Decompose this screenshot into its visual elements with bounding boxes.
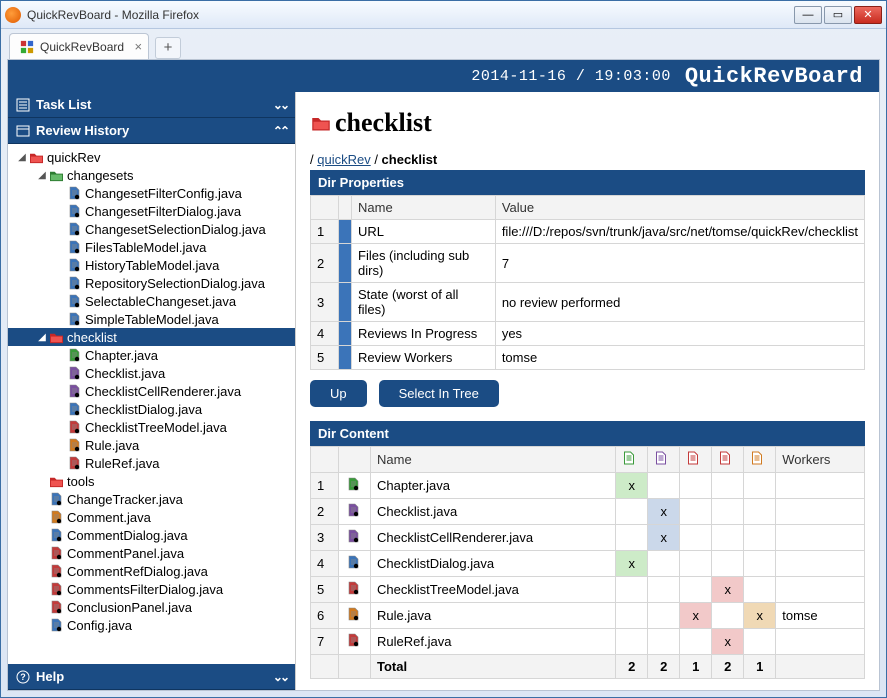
dir-properties-heading: Dir Properties bbox=[310, 170, 865, 195]
tree-file[interactable]: CommentPanel.java bbox=[8, 544, 295, 562]
props-row: 1URLfile:///D:/repos/svn/trunk/java/src/… bbox=[311, 220, 865, 244]
tree-file[interactable]: ChangeTracker.java bbox=[8, 490, 295, 508]
dir-total-row: Total22121 bbox=[311, 655, 865, 679]
props-row: 3State (worst of all files)no review per… bbox=[311, 283, 865, 322]
tree-file[interactable]: CommentRefDialog.java bbox=[8, 562, 295, 580]
header-datetime: 2014-11-16 / 19:03:00 bbox=[471, 68, 671, 85]
tree-file[interactable]: RepositorySelectionDialog.java bbox=[8, 274, 295, 292]
status-column-icon bbox=[744, 447, 776, 473]
breadcrumb: / quickRev / checklist bbox=[310, 152, 865, 167]
app-header: 2014-11-16 / 19:03:00 QuickRevBoard bbox=[8, 60, 879, 92]
main-pane: checklist / quickRev / checklist Dir Pro… bbox=[296, 92, 879, 690]
tree-file[interactable]: Rule.java bbox=[8, 436, 295, 454]
chevron-up-icon: ⌃⌃ bbox=[273, 124, 287, 138]
window-titlebar: QuickRevBoard - Mozilla Firefox — ▭ ✕ bbox=[1, 1, 886, 29]
up-button[interactable]: Up bbox=[310, 380, 367, 407]
breadcrumb-current: checklist bbox=[382, 152, 438, 167]
new-tab-button[interactable]: + bbox=[155, 37, 181, 59]
status-column-icon bbox=[648, 447, 680, 473]
app-title: QuickRevBoard bbox=[685, 64, 863, 89]
svg-text:?: ? bbox=[20, 672, 26, 682]
tab-label: QuickRevBoard bbox=[40, 40, 124, 54]
tab-favicon bbox=[20, 40, 34, 54]
tree-file[interactable]: ChangesetSelectionDialog.java bbox=[8, 220, 295, 238]
minimize-button[interactable]: — bbox=[794, 6, 822, 24]
dir-row[interactable]: 3ChecklistCellRenderer.javax bbox=[311, 525, 865, 551]
tree-file[interactable]: SelectableChangeset.java bbox=[8, 292, 295, 310]
dir-properties-table: Name Value 1URLfile:///D:/repos/svn/trun… bbox=[310, 195, 865, 370]
chevron-down-icon: ⌄⌄ bbox=[273, 670, 287, 684]
tree-file[interactable]: Chapter.java bbox=[8, 346, 295, 364]
dir-row[interactable]: 6Rule.javaxxtomse bbox=[311, 603, 865, 629]
accordion-help[interactable]: ? Help ⌄⌄ bbox=[8, 664, 295, 690]
tree-file[interactable]: SimpleTableModel.java bbox=[8, 310, 295, 328]
folder-icon bbox=[310, 113, 332, 133]
maximize-button[interactable]: ▭ bbox=[824, 6, 852, 24]
browser-tab[interactable]: QuickRevBoard × bbox=[9, 33, 149, 59]
close-button[interactable]: ✕ bbox=[854, 6, 882, 24]
tree-file[interactable]: FilesTableModel.java bbox=[8, 238, 295, 256]
select-in-tree-button[interactable]: Select In Tree bbox=[379, 380, 499, 407]
accordion-task-list[interactable]: Task List ⌄⌄ bbox=[8, 92, 295, 118]
tree-folder-root[interactable]: ◢quickRev bbox=[8, 148, 295, 166]
tree-folder-tools[interactable]: tools bbox=[8, 472, 295, 490]
task-list-icon bbox=[16, 98, 30, 112]
breadcrumb-root[interactable]: quickRev bbox=[317, 152, 370, 167]
tree-file[interactable]: ChecklistTreeModel.java bbox=[8, 418, 295, 436]
help-icon: ? bbox=[16, 670, 30, 684]
tree-file[interactable]: ChangesetFilterConfig.java bbox=[8, 184, 295, 202]
dir-row[interactable]: 4ChecklistDialog.javax bbox=[311, 551, 865, 577]
accordion-review-history[interactable]: Review History ⌃⌃ bbox=[8, 118, 295, 144]
tree-file[interactable]: ConclusionPanel.java bbox=[8, 598, 295, 616]
tree-file[interactable]: CommentDialog.java bbox=[8, 526, 295, 544]
tab-close-icon[interactable]: × bbox=[134, 39, 142, 54]
tree-file[interactable]: ChangesetFilterDialog.java bbox=[8, 202, 295, 220]
tree-file[interactable]: CommentsFilterDialog.java bbox=[8, 580, 295, 598]
chevron-down-icon: ⌄⌄ bbox=[273, 98, 287, 112]
status-column-icon bbox=[712, 447, 744, 473]
tree-file[interactable]: Config.java bbox=[8, 616, 295, 634]
props-row: 2Files (including sub dirs)7 bbox=[311, 244, 865, 283]
props-row: 5Review Workerstomse bbox=[311, 346, 865, 370]
dir-content-heading: Dir Content bbox=[310, 421, 865, 446]
tree-file[interactable]: ChecklistCellRenderer.java bbox=[8, 382, 295, 400]
window-title: QuickRevBoard - Mozilla Firefox bbox=[27, 8, 792, 22]
dir-row[interactable]: 2Checklist.javax bbox=[311, 499, 865, 525]
tree-file[interactable]: ChecklistDialog.java bbox=[8, 400, 295, 418]
tree-file[interactable]: Checklist.java bbox=[8, 364, 295, 382]
tree-folder-changesets[interactable]: ◢changesets bbox=[8, 166, 295, 184]
tree-folder-checklist[interactable]: ◢checklist bbox=[8, 328, 295, 346]
props-row: 4Reviews In Progressyes bbox=[311, 322, 865, 346]
sidebar: Task List ⌄⌄ Review History ⌃⌃ ◢quickRev… bbox=[8, 92, 296, 690]
status-column-icon bbox=[616, 447, 648, 473]
dir-row[interactable]: 5ChecklistTreeModel.javax bbox=[311, 577, 865, 603]
dir-row[interactable]: 7RuleRef.javax bbox=[311, 629, 865, 655]
dir-row[interactable]: 1Chapter.javax bbox=[311, 473, 865, 499]
dir-content-table: NameWorkers 1Chapter.javax2Checklist.jav… bbox=[310, 446, 865, 679]
tree-file[interactable]: Comment.java bbox=[8, 508, 295, 526]
file-tree: ◢quickRev◢changesetsChangesetFilterConfi… bbox=[8, 144, 295, 664]
firefox-icon bbox=[5, 7, 21, 23]
page-title: checklist bbox=[310, 108, 865, 138]
browser-tabstrip: QuickRevBoard × + bbox=[1, 29, 886, 59]
tree-file[interactable]: HistoryTableModel.java bbox=[8, 256, 295, 274]
status-column-icon bbox=[680, 447, 712, 473]
tree-file[interactable]: RuleRef.java bbox=[8, 454, 295, 472]
review-history-icon bbox=[16, 124, 30, 138]
